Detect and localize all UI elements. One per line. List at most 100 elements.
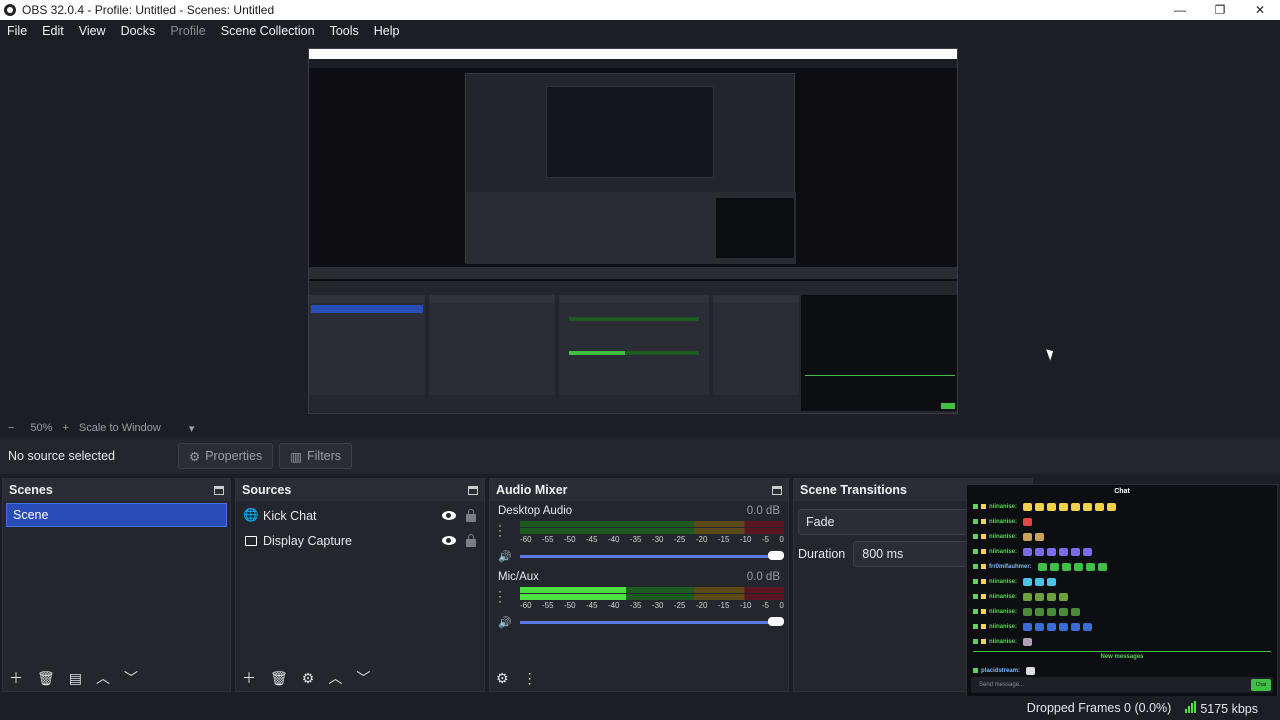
- chat-username[interactable]: niinanise:: [989, 549, 1017, 555]
- scale-mode-select[interactable]: Scale to Window: [79, 422, 161, 434]
- emote-icon: [1035, 547, 1045, 556]
- chat-username[interactable]: placidstream:: [981, 668, 1020, 674]
- lock-icon[interactable]: [466, 508, 476, 522]
- emote-icon: [1047, 547, 1057, 556]
- obs-logo-icon: [4, 4, 16, 16]
- globe-icon: 🌐: [243, 508, 259, 522]
- menu-file[interactable]: File: [0, 24, 35, 38]
- chat-username[interactable]: niinanise:: [989, 609, 1017, 615]
- menu-docks[interactable]: Docks: [114, 24, 164, 38]
- badge-icon: [973, 579, 978, 584]
- chat-username[interactable]: niinanise:: [989, 594, 1017, 600]
- move-down-button[interactable]: ﹀: [124, 668, 138, 688]
- emote-icon: [1047, 592, 1057, 601]
- kebab-menu-icon[interactable]: · · ·: [498, 585, 504, 607]
- menu-profile[interactable]: Profile: [163, 24, 213, 38]
- emote-icon: [1059, 592, 1069, 601]
- emote-icon: [1023, 532, 1033, 541]
- badge-icon: [973, 668, 978, 673]
- audio-mixer-title: Audio Mixer: [496, 483, 568, 497]
- maximize-button[interactable]: ❐: [1200, 0, 1240, 20]
- chat-username[interactable]: niinanise:: [989, 579, 1017, 585]
- new-messages-divider[interactable]: New messages: [973, 651, 1271, 661]
- undock-icon[interactable]: [772, 485, 782, 495]
- scene-transitions-title: Scene Transitions: [800, 483, 907, 497]
- badge-icon: [973, 504, 978, 509]
- filters-label: Filters: [307, 449, 342, 463]
- trash-icon[interactable]: 🗑: [270, 670, 288, 687]
- audio-mixer-dock-header: Audio Mixer: [490, 479, 788, 501]
- chat-send-button[interactable]: Chat: [1251, 679, 1271, 691]
- emote-icon: [1107, 502, 1117, 511]
- badge-icon: [981, 504, 986, 509]
- kebab-menu-icon[interactable]: · · ·: [498, 519, 504, 541]
- menu-scene-collection[interactable]: Scene Collection: [214, 24, 323, 38]
- badge-icon: [981, 519, 986, 524]
- mouse-cursor: [1046, 347, 1056, 361]
- duration-input[interactable]: 800 ms: [853, 541, 974, 567]
- chat-username[interactable]: niinanise:: [989, 519, 1017, 525]
- badge-icon: [973, 624, 978, 629]
- meter-level-bar: [520, 594, 626, 600]
- window-titlebar: OBS 32.0.4 - Profile: Untitled - Scenes:…: [0, 0, 1280, 20]
- chevron-down-icon[interactable]: ▾: [189, 422, 195, 435]
- visibility-eye-icon[interactable]: [442, 536, 456, 545]
- emote-icon: [1049, 562, 1059, 571]
- menu-view[interactable]: View: [72, 24, 114, 38]
- visibility-eye-icon[interactable]: [442, 511, 456, 520]
- emote-icon: [1035, 622, 1045, 631]
- advanced-audio-gear-icon[interactable]: ⚙: [496, 670, 509, 687]
- move-down-button[interactable]: ﹀: [356, 668, 370, 688]
- monitor-icon: [244, 535, 258, 547]
- chat-username[interactable]: niinanise:: [989, 534, 1017, 540]
- context-bar: No source selected ⚙ Properties ▥ Filter…: [0, 438, 1280, 474]
- source-label: Display Capture: [263, 533, 352, 548]
- scene-filters-icon[interactable]: ▤: [69, 670, 82, 687]
- minimize-button[interactable]: —: [1160, 0, 1200, 20]
- lock-icon[interactable]: [466, 533, 476, 547]
- emote-icon: [1026, 666, 1036, 675]
- nested-title-bar: [309, 49, 957, 59]
- kebab-menu-icon[interactable]: ⋮: [523, 670, 537, 687]
- volume-slider[interactable]: 🔊: [498, 549, 784, 563]
- properties-button[interactable]: ⚙ Properties: [178, 443, 274, 469]
- volume-slider-thumb[interactable]: [768, 551, 784, 560]
- menu-tools[interactable]: Tools: [323, 24, 367, 38]
- channel-db: 0.0 dB: [746, 505, 780, 517]
- move-up-button[interactable]: ︿: [96, 668, 110, 688]
- preview-area[interactable]: [0, 42, 1280, 420]
- zoom-out-button[interactable]: −: [8, 422, 14, 434]
- chat-username[interactable]: niinanise:: [989, 504, 1017, 510]
- close-button[interactable]: ✕: [1240, 0, 1280, 20]
- chat-username[interactable]: niinanise:: [989, 624, 1017, 630]
- scene-list-item[interactable]: Scene: [6, 503, 227, 527]
- undock-icon[interactable]: [214, 485, 224, 495]
- add-source-button[interactable]: ＋: [242, 668, 256, 688]
- emote-icon: [1059, 547, 1069, 556]
- chat-username[interactable]: niinanise:: [989, 639, 1017, 645]
- volume-slider-thumb[interactable]: [768, 617, 784, 626]
- filters-button[interactable]: ▥ Filters: [279, 443, 353, 469]
- move-up-button[interactable]: ︿: [328, 668, 342, 688]
- menu-edit[interactable]: Edit: [35, 24, 72, 38]
- zoom-in-button[interactable]: +: [62, 422, 68, 434]
- speaker-icon[interactable]: 🔊: [498, 616, 512, 629]
- trash-icon[interactable]: 🗑: [37, 670, 55, 687]
- gear-icon[interactable]: ⚙: [302, 670, 315, 687]
- dropped-frames-status: Dropped Frames 0 (0.0%): [1026, 701, 1172, 715]
- emote-icon: [1035, 577, 1045, 586]
- undock-icon[interactable]: [468, 485, 478, 495]
- preview-canvas[interactable]: [308, 48, 958, 414]
- chat-username[interactable]: frr0mlfauhmer:: [989, 564, 1032, 570]
- menu-help[interactable]: Help: [367, 24, 408, 38]
- add-scene-button[interactable]: ＋: [9, 668, 23, 688]
- speaker-icon[interactable]: 🔊: [498, 550, 512, 563]
- chat-message-input[interactable]: Send message... Chat: [971, 677, 1273, 693]
- nested-zoom-bar: [309, 267, 957, 279]
- emote-icon: [1061, 562, 1071, 571]
- channel-db: 0.0 dB: [746, 571, 780, 583]
- source-item-kick-chat[interactable]: 🌐 Kick Chat: [236, 503, 484, 528]
- volume-slider[interactable]: 🔊: [498, 615, 784, 629]
- sources-title: Sources: [242, 483, 292, 497]
- source-item-display-capture[interactable]: Display Capture: [236, 528, 484, 553]
